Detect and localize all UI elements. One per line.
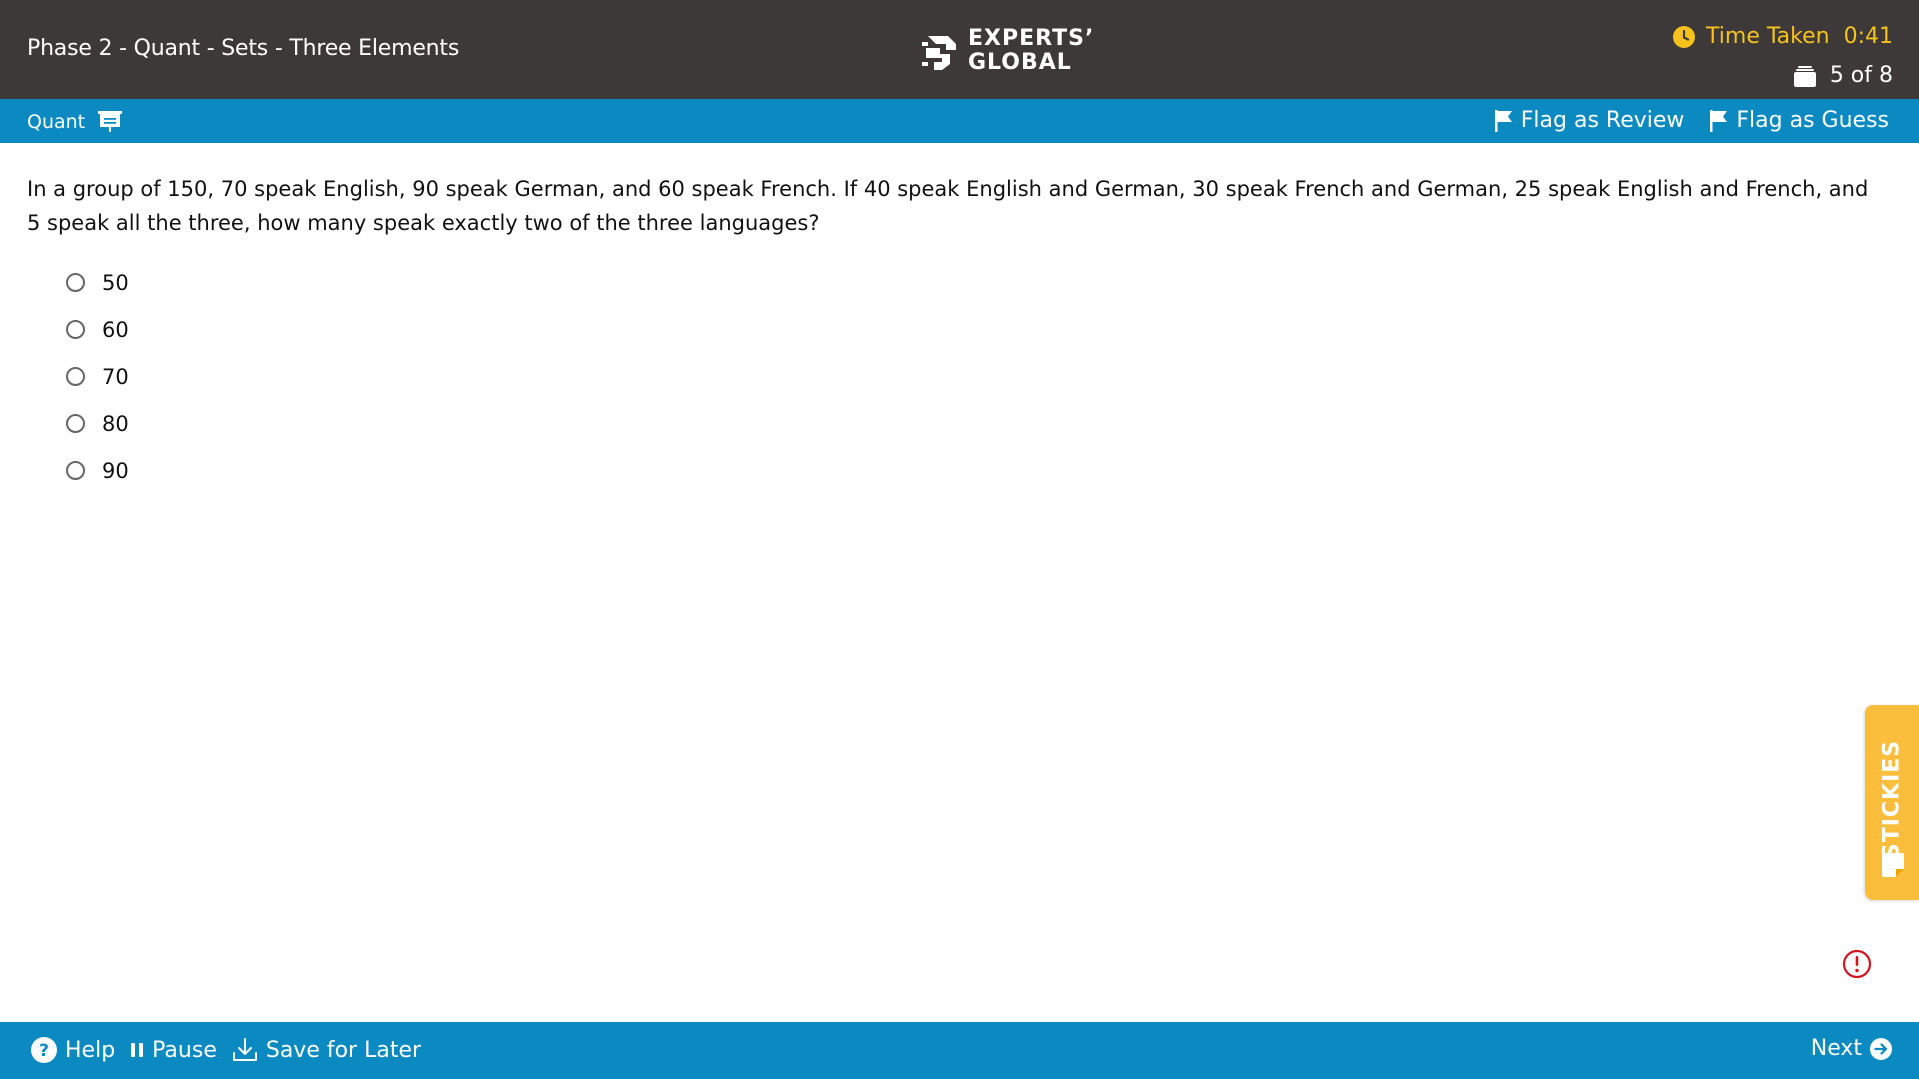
option-label: 70 <box>102 364 129 389</box>
help-button[interactable]: ? Help <box>30 1036 115 1064</box>
next-label: Next <box>1810 1036 1862 1061</box>
logo-mark-icon <box>922 36 956 70</box>
answer-options: 50 60 70 80 90 <box>66 259 129 494</box>
time-taken-label: Time Taken <box>1706 24 1830 49</box>
help-icon: ? <box>31 1037 57 1063</box>
answer-option[interactable]: 80 <box>66 400 129 447</box>
flag-controls: Flag as Review Flag as Guess <box>1494 108 1889 133</box>
option-label: 90 <box>102 458 129 483</box>
question-progress: 5 of 8 <box>1793 63 1893 88</box>
flag-as-review-label: Flag as Review <box>1520 108 1685 133</box>
answer-option[interactable]: 70 <box>66 353 129 400</box>
flag-icon <box>1494 109 1512 132</box>
save-for-later-label: Save for Later <box>265 1037 422 1063</box>
save-for-later-button[interactable]: Save for Later <box>231 1037 421 1063</box>
svg-text:?: ? <box>39 1041 49 1061</box>
flag-as-guess-button[interactable]: Flag as Guess <box>1710 108 1889 133</box>
flag-as-guess-label: Flag as Guess <box>1736 108 1889 133</box>
presentation-board-icon[interactable] <box>97 110 123 134</box>
pause-icon <box>131 1043 144 1057</box>
radio-button[interactable] <box>66 414 85 433</box>
section-name: Quant <box>27 111 86 133</box>
question-progress-text: 5 of 8 <box>1829 63 1893 88</box>
logo-text-line2: GLOBAL <box>968 50 1072 75</box>
section-bar: Quant Flag as Review Flag as Guess <box>0 99 1919 143</box>
flag-as-review-button[interactable]: Flag as Review <box>1494 108 1685 133</box>
experts-global-logo: EXPERTS’ GLOBAL <box>922 26 1093 76</box>
answer-option[interactable]: 50 <box>66 259 129 306</box>
stickies-label: STICKIES <box>1879 739 1905 860</box>
clock-icon <box>1673 25 1696 48</box>
next-button[interactable]: Next <box>1811 1036 1893 1061</box>
radio-button[interactable] <box>66 367 85 386</box>
report-issue-icon[interactable] <box>1842 949 1872 979</box>
help-label: Help <box>65 1037 116 1063</box>
section-label: Quant <box>27 110 123 134</box>
test-title: Phase 2 - Quant - Sets - Three Elements <box>27 36 460 61</box>
download-icon <box>232 1038 257 1061</box>
question-text: In a group of 150, 70 speak English, 90 … <box>27 177 1869 235</box>
pause-label: Pause <box>152 1037 217 1063</box>
option-label: 50 <box>102 270 129 295</box>
bottom-right-controls: Next <box>1811 1036 1893 1061</box>
time-taken-value: 0:41 <box>1843 24 1893 49</box>
flag-icon <box>1710 109 1728 132</box>
logo-text-line1: EXPERTS’ <box>968 26 1095 51</box>
option-label: 60 <box>102 317 129 342</box>
question-stack-icon <box>1793 65 1816 87</box>
radio-button[interactable] <box>66 320 85 339</box>
answer-option[interactable]: 90 <box>66 447 129 494</box>
arrow-right-circle-icon <box>1870 1037 1892 1060</box>
bottom-toolbar: ? Help Pause Save for Later Next <box>0 1022 1919 1079</box>
radio-button[interactable] <box>66 273 85 292</box>
pause-button[interactable]: Pause <box>129 1038 217 1063</box>
time-taken: Time Taken 0:41 <box>1672 24 1893 49</box>
radio-button[interactable] <box>66 461 85 480</box>
top-header: Phase 2 - Quant - Sets - Three Elements … <box>0 0 1919 99</box>
option-label: 80 <box>102 411 129 436</box>
stickies-tab[interactable]: STICKIES <box>1865 705 1919 900</box>
sticky-note-icon <box>1882 853 1904 877</box>
answer-option[interactable]: 60 <box>66 306 129 353</box>
bottom-left-controls: ? Help Pause Save for Later <box>30 1036 421 1064</box>
